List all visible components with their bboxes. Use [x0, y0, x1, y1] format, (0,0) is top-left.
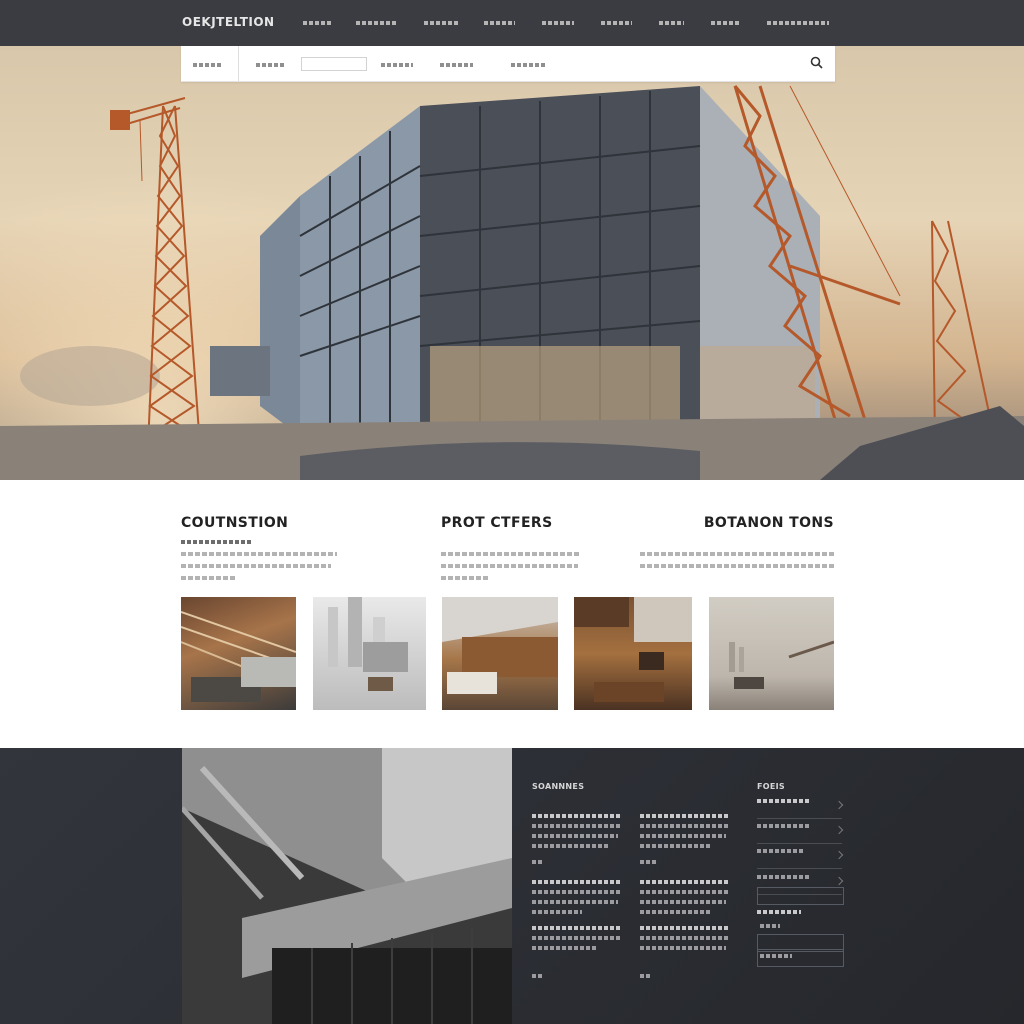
footer-link-3[interactable]	[532, 926, 620, 930]
footer: SOANNNES FOEIS	[0, 748, 1024, 1024]
secondary-navbar	[181, 46, 835, 82]
footer-label	[757, 910, 801, 914]
brand-logo[interactable]: OEKJTELTION	[182, 15, 275, 29]
footer-col2-title: FOEIS	[757, 782, 785, 791]
nav-item-8[interactable]	[711, 18, 741, 28]
feature-text-1	[181, 552, 337, 556]
feature-text-3	[640, 552, 834, 556]
feature-col-1: COUTNSTION	[181, 515, 341, 580]
gallery-image-5	[729, 640, 834, 689]
hero-illustration	[0, 85, 1024, 480]
gallery-item-2[interactable]	[313, 597, 426, 710]
footer-photo-image	[182, 748, 512, 1024]
gallery-item-5[interactable]	[709, 597, 834, 710]
nav-item-6[interactable]	[601, 18, 632, 28]
feature-text-2	[441, 552, 581, 556]
nav-item-7[interactable]	[659, 18, 684, 28]
subnav-item-5[interactable]	[511, 60, 546, 68]
subnav-item-4[interactable]	[440, 60, 473, 68]
subnav-item-2[interactable]	[256, 60, 286, 68]
footer-input-3[interactable]	[757, 949, 844, 967]
footer-photo	[182, 748, 512, 1024]
nav-item-3[interactable]	[424, 18, 458, 28]
subnav-divider	[238, 46, 239, 81]
footer-list-item-2[interactable]	[757, 821, 844, 844]
footer-link-2[interactable]	[532, 880, 620, 884]
nav-item-9[interactable]	[767, 18, 829, 28]
feature-subtitle-1	[181, 540, 251, 544]
footer-col1-title: SOANNNES	[532, 782, 585, 791]
footer-list-item-1[interactable]	[757, 796, 844, 819]
gallery-image-2	[328, 597, 408, 691]
footer-link-6[interactable]	[640, 926, 730, 930]
footer-list-item-3[interactable]	[757, 846, 844, 869]
gallery-image-3	[442, 597, 558, 694]
gallery-item-1[interactable]	[181, 597, 296, 710]
subnav-item-3[interactable]	[381, 60, 413, 68]
gallery-item-4[interactable]	[574, 597, 692, 710]
top-navbar: OEKJTELTION	[0, 0, 1024, 46]
nav-item-1[interactable]	[303, 18, 331, 28]
feature-title-2: PROT CTFERS	[441, 515, 553, 531]
search-input[interactable]	[301, 57, 367, 71]
gallery-item-3[interactable]	[442, 597, 558, 710]
feature-col-3: BOTANON TONS	[640, 515, 834, 568]
search-icon[interactable]	[809, 55, 825, 71]
gallery-image-4	[574, 597, 692, 702]
footer-input-1[interactable]	[757, 887, 844, 905]
far-right-crane	[931, 220, 996, 442]
nav-item-4[interactable]	[484, 18, 515, 28]
hero-banner	[0, 46, 1024, 480]
nav-item-2[interactable]	[356, 18, 398, 28]
nav-item-5[interactable]	[542, 18, 574, 28]
footer-link-1[interactable]	[532, 814, 620, 818]
subnav-item-1[interactable]	[193, 60, 221, 68]
footer-link-4[interactable]	[640, 814, 730, 818]
feature-col-2: PROT CTFERS	[441, 515, 591, 580]
feature-title-3: BOTANON TONS	[703, 515, 834, 531]
footer-link-5[interactable]	[640, 880, 730, 884]
feature-title-1: COUTNSTION	[181, 515, 289, 531]
top-nav	[300, 18, 840, 30]
gallery-image-1	[181, 611, 296, 702]
